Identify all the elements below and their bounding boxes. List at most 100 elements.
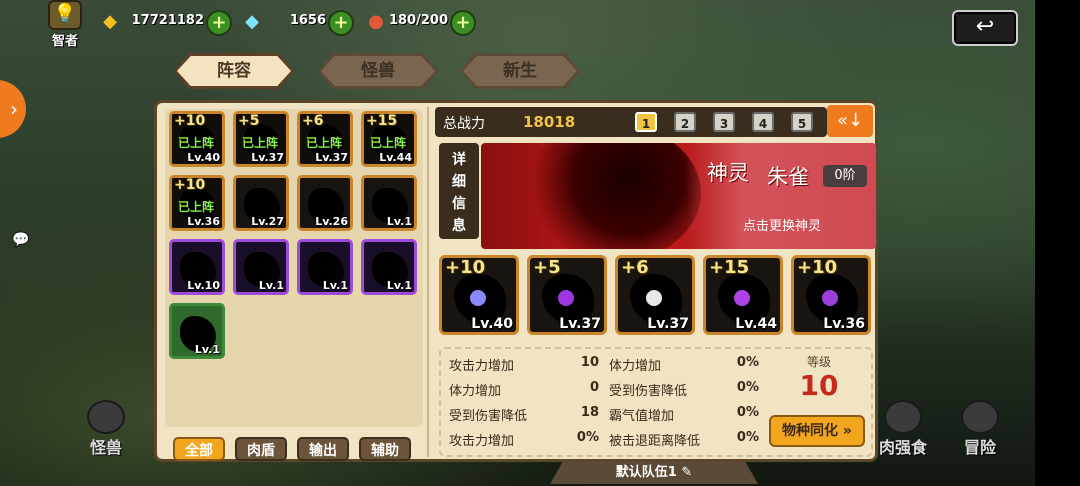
- card-bonus: +5: [238, 113, 260, 129]
- add-gold-button[interactable]: +: [206, 10, 232, 36]
- back-button[interactable]: ↩: [952, 10, 1018, 46]
- card-on-team: 已上阵: [370, 136, 407, 150]
- team-slot-2[interactable]: 2: [674, 112, 696, 132]
- nav-adventure[interactable]: 冒险: [950, 400, 1010, 458]
- stat-name: 攻击力增加: [449, 434, 515, 449]
- team-name-bar[interactable]: 默认队伍1 ✎: [550, 462, 758, 484]
- roster-card[interactable]: Lv.1: [297, 239, 353, 295]
- card-bonus: +6: [302, 113, 324, 129]
- filter-all-button[interactable]: 全部: [173, 437, 225, 461]
- team-member-card[interactable]: +5 Lv.37: [527, 255, 607, 335]
- stat-row: 被击退距离降低 0%: [609, 430, 759, 452]
- tab-lineup[interactable]: 阵容: [174, 53, 294, 89]
- level-label: 等级: [806, 355, 831, 369]
- team-level: Lv.40: [471, 316, 513, 332]
- stat-row: 受到伤害降低 18: [449, 405, 599, 427]
- diamond-resource: ◆ 1656 +: [240, 10, 354, 36]
- roster-card[interactable]: +10 已上阵 Lv.36: [169, 175, 225, 231]
- team-bonus: +5: [533, 257, 561, 278]
- team-slot-toggle-button[interactable]: «↓: [827, 105, 873, 137]
- detail-label-char: 详: [452, 152, 466, 168]
- chevron-right-icon: ›: [10, 97, 18, 121]
- return-arrow-icon: ↩: [975, 14, 995, 39]
- vermilion-bird-art: [521, 143, 701, 249]
- level-value: 10: [799, 369, 839, 402]
- card-level: Lv.40: [187, 151, 220, 164]
- team-slot-1[interactable]: 1: [635, 112, 657, 132]
- card-level: Lv.37: [251, 151, 284, 164]
- nav-predation[interactable]: 肉强食: [868, 400, 938, 458]
- roster-card[interactable]: Lv.1: [169, 303, 225, 359]
- card-level: Lv.37: [315, 151, 348, 164]
- card-on-team: 已上阵: [178, 136, 215, 150]
- diamond-value: 1656: [289, 13, 326, 28]
- meat-icon: ●: [368, 11, 384, 32]
- roster-card[interactable]: Lv.1: [361, 175, 417, 231]
- team-bonus: +10: [797, 257, 838, 278]
- card-level: Lv.1: [322, 279, 348, 292]
- roster-card[interactable]: Lv.1: [233, 239, 289, 295]
- stat-name: 攻击力增加: [449, 359, 515, 374]
- add-diamond-button[interactable]: +: [328, 10, 354, 36]
- team-bonus: +6: [621, 257, 649, 278]
- team-slot-4[interactable]: 4: [752, 112, 774, 132]
- add-meat-button[interactable]: +: [450, 10, 476, 36]
- card-level: Lv.1: [386, 215, 412, 228]
- card-on-team: 已上阵: [306, 136, 343, 150]
- card-level: Lv.36: [187, 215, 220, 228]
- team-member-card[interactable]: +10 Lv.36: [791, 255, 871, 335]
- monster-accent: [646, 290, 662, 306]
- roster-card[interactable]: +5 已上阵 Lv.37: [233, 111, 289, 167]
- stat-value: 0%: [576, 430, 599, 445]
- tab-monsters[interactable]: 怪兽: [318, 53, 438, 89]
- filter-dps-button[interactable]: 输出: [297, 437, 349, 461]
- nav-adventure-label: 冒险: [963, 438, 996, 457]
- power-bar: 总战力 18018 1 2 3 4 5: [435, 107, 827, 137]
- team-member-card[interactable]: +6 Lv.37: [615, 255, 695, 335]
- stat-row: 攻击力增加 0%: [449, 430, 599, 452]
- roster-card[interactable]: Lv.27: [233, 175, 289, 231]
- double-chevron-icon: «↓: [836, 110, 864, 131]
- roster-card[interactable]: Lv.10: [169, 239, 225, 295]
- stat-row: 霸气值增加 0%: [609, 405, 759, 427]
- team-level: Lv.37: [559, 316, 601, 332]
- species-assimilation-button[interactable]: 物种同化 »: [769, 415, 865, 447]
- filter-tank-button[interactable]: 肉盾: [235, 437, 287, 461]
- detail-label-char: 细: [452, 174, 466, 190]
- card-level: Lv.26: [315, 215, 348, 228]
- roster-card[interactable]: +6 已上阵 Lv.37: [297, 111, 353, 167]
- detail-label-char: 息: [452, 218, 466, 234]
- filter-support-button[interactable]: 辅助: [359, 437, 411, 461]
- roster-card[interactable]: Lv.1: [361, 239, 417, 295]
- gold-value: 17721182: [131, 13, 204, 28]
- tab-rebirth-label: 新生: [503, 61, 537, 81]
- roster-card[interactable]: Lv.26: [297, 175, 353, 231]
- compass-icon: [961, 400, 999, 434]
- card-level: Lv.1: [194, 343, 220, 356]
- roster-card[interactable]: +15 已上阵 Lv.44: [361, 111, 417, 167]
- stat-value: 0%: [736, 355, 759, 370]
- roster-card[interactable]: +10 已上阵 Lv.40: [169, 111, 225, 167]
- team-slot-5[interactable]: 5: [791, 112, 813, 132]
- stat-name: 受到伤害降低: [609, 384, 688, 399]
- stat-value: 18: [580, 405, 599, 420]
- stat-row: 受到伤害降低 0%: [609, 380, 759, 402]
- team-slot-3[interactable]: 3: [713, 112, 735, 132]
- tab-rebirth[interactable]: 新生: [460, 53, 580, 89]
- card-bonus: +10: [174, 113, 206, 129]
- team-bonus: +10: [445, 257, 486, 278]
- detail-info-label[interactable]: 详 细 信 息: [439, 143, 479, 239]
- power-label: 总战力: [443, 116, 485, 132]
- team-member-card[interactable]: +15 Lv.44: [703, 255, 783, 335]
- spirit-name: 朱雀: [767, 165, 809, 189]
- monster-accent: [470, 290, 486, 306]
- gold-ingot-icon: ◆: [103, 11, 117, 32]
- team-member-card[interactable]: +10 Lv.40: [439, 255, 519, 335]
- stat-value: 0%: [736, 380, 759, 395]
- stat-name: 受到伤害降低: [449, 409, 528, 424]
- chat-icon[interactable]: 💬: [12, 232, 29, 248]
- rank-badge[interactable]: 💡 智者: [44, 0, 86, 49]
- spirit-banner[interactable]: 神灵 朱雀 0阶 点击更换神灵: [481, 143, 876, 249]
- nav-monsters[interactable]: 怪兽: [76, 400, 136, 458]
- change-spirit-hint: 点击更换神灵: [743, 219, 822, 234]
